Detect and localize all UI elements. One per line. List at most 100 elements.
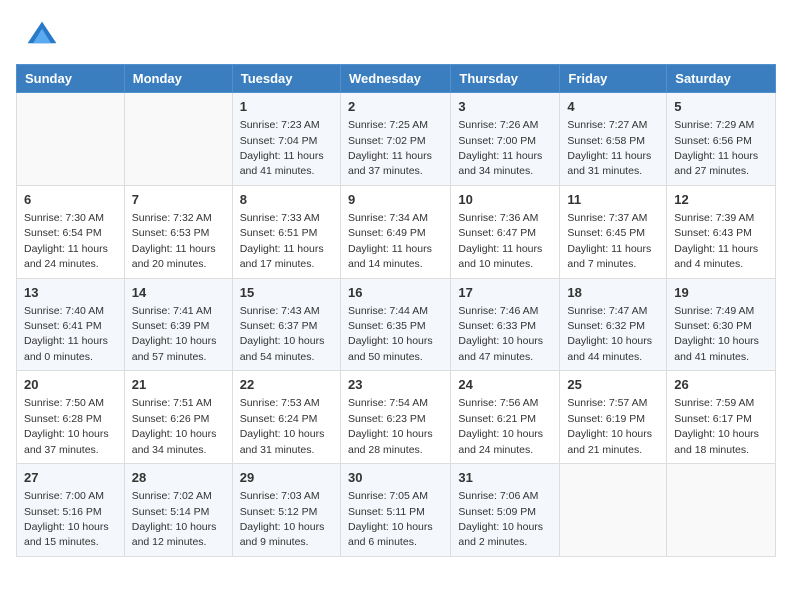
day-number: 3 — [458, 98, 552, 116]
day-cell: 1 Sunrise: 7:23 AM Sunset: 7:04 PM Daylig… — [232, 93, 340, 186]
day-cell: 17 Sunrise: 7:46 AM Sunset: 6:33 PM Dayli… — [451, 278, 560, 371]
day-number: 11 — [567, 191, 659, 209]
day-cell: 15 Sunrise: 7:43 AM Sunset: 6:37 PM Dayli… — [232, 278, 340, 371]
day-info: Sunrise: 7:39 AM Sunset: 6:43 PM Dayligh… — [674, 212, 758, 270]
header-day-saturday: Saturday — [667, 65, 776, 93]
week-row-4: 27 Sunrise: 7:00 AM Sunset: 5:16 PM Dayli… — [17, 464, 776, 557]
day-info: Sunrise: 7:40 AM Sunset: 6:41 PM Dayligh… — [24, 305, 108, 363]
day-cell: 13 Sunrise: 7:40 AM Sunset: 6:41 PM Dayli… — [17, 278, 125, 371]
day-number: 8 — [240, 191, 333, 209]
header-day-monday: Monday — [124, 65, 232, 93]
header-day-friday: Friday — [560, 65, 667, 93]
day-cell: 28 Sunrise: 7:02 AM Sunset: 5:14 PM Dayli… — [124, 464, 232, 557]
day-cell — [560, 464, 667, 557]
day-number: 6 — [24, 191, 117, 209]
day-number: 19 — [674, 284, 768, 302]
header-day-wednesday: Wednesday — [340, 65, 450, 93]
day-info: Sunrise: 7:25 AM Sunset: 7:02 PM Dayligh… — [348, 119, 432, 177]
day-number: 5 — [674, 98, 768, 116]
day-cell: 12 Sunrise: 7:39 AM Sunset: 6:43 PM Dayli… — [667, 185, 776, 278]
day-cell: 5Sunrise: 7:29 AM Sunset: 6:56 PM Daylig… — [667, 93, 776, 186]
header-day-sunday: Sunday — [17, 65, 125, 93]
day-cell — [667, 464, 776, 557]
day-cell: 6 Sunrise: 7:30 AM Sunset: 6:54 PM Daylig… — [17, 185, 125, 278]
week-row-3: 20 Sunrise: 7:50 AM Sunset: 6:28 PM Dayli… — [17, 371, 776, 464]
day-cell: 8 Sunrise: 7:33 AM Sunset: 6:51 PM Daylig… — [232, 185, 340, 278]
header-day-thursday: Thursday — [451, 65, 560, 93]
header-row: SundayMondayTuesdayWednesdayThursdayFrid… — [17, 65, 776, 93]
week-row-1: 6 Sunrise: 7:30 AM Sunset: 6:54 PM Daylig… — [17, 185, 776, 278]
day-info: Sunrise: 7:53 AM Sunset: 6:24 PM Dayligh… — [240, 397, 325, 455]
logo-icon — [24, 18, 60, 54]
day-info: Sunrise: 7:59 AM Sunset: 6:17 PM Dayligh… — [674, 397, 759, 455]
day-number: 7 — [132, 191, 225, 209]
day-cell: 25 Sunrise: 7:57 AM Sunset: 6:19 PM Dayli… — [560, 371, 667, 464]
day-number: 16 — [348, 284, 443, 302]
day-number: 10 — [458, 191, 552, 209]
day-info: Sunrise: 7:30 AM Sunset: 6:54 PM Dayligh… — [24, 212, 108, 270]
day-info: Sunrise: 7:44 AM Sunset: 6:35 PM Dayligh… — [348, 305, 433, 363]
day-cell: 23Sunrise: 7:54 AM Sunset: 6:23 PM Dayli… — [340, 371, 450, 464]
day-info: Sunrise: 7:43 AM Sunset: 6:37 PM Dayligh… — [240, 305, 325, 363]
day-info: Sunrise: 7:02 AM Sunset: 5:14 PM Dayligh… — [132, 490, 217, 548]
day-number: 4 — [567, 98, 659, 116]
day-cell — [124, 93, 232, 186]
day-number: 2 — [348, 98, 443, 116]
day-number: 31 — [458, 469, 552, 487]
day-info: Sunrise: 7:50 AM Sunset: 6:28 PM Dayligh… — [24, 397, 109, 455]
day-number: 12 — [674, 191, 768, 209]
day-cell: 4 Sunrise: 7:27 AM Sunset: 6:58 PM Daylig… — [560, 93, 667, 186]
day-info: Sunrise: 7:23 AM Sunset: 7:04 PM Dayligh… — [240, 119, 324, 177]
day-number: 22 — [240, 376, 333, 394]
day-number: 28 — [132, 469, 225, 487]
week-row-0: 1 Sunrise: 7:23 AM Sunset: 7:04 PM Daylig… — [17, 93, 776, 186]
week-row-2: 13 Sunrise: 7:40 AM Sunset: 6:41 PM Dayli… — [17, 278, 776, 371]
header-day-tuesday: Tuesday — [232, 65, 340, 93]
calendar-header: SundayMondayTuesdayWednesdayThursdayFrid… — [17, 65, 776, 93]
day-info: Sunrise: 7:47 AM Sunset: 6:32 PM Dayligh… — [567, 305, 652, 363]
day-info: Sunrise: 7:49 AM Sunset: 6:30 PM Dayligh… — [674, 305, 759, 363]
day-number: 24 — [458, 376, 552, 394]
day-cell: 2 Sunrise: 7:25 AM Sunset: 7:02 PM Daylig… — [340, 93, 450, 186]
calendar-body: 1 Sunrise: 7:23 AM Sunset: 7:04 PM Daylig… — [17, 93, 776, 557]
day-cell: 19 Sunrise: 7:49 AM Sunset: 6:30 PM Dayli… — [667, 278, 776, 371]
day-info: Sunrise: 7:05 AM Sunset: 5:11 PM Dayligh… — [348, 490, 433, 548]
page-header — [0, 0, 792, 64]
day-number: 13 — [24, 284, 117, 302]
day-cell — [17, 93, 125, 186]
day-number: 15 — [240, 284, 333, 302]
day-number: 30 — [348, 469, 443, 487]
day-info: Sunrise: 7:32 AM Sunset: 6:53 PM Dayligh… — [132, 212, 216, 270]
day-info: Sunrise: 7:03 AM Sunset: 5:12 PM Dayligh… — [240, 490, 325, 548]
day-cell: 31 Sunrise: 7:06 AM Sunset: 5:09 PM Dayli… — [451, 464, 560, 557]
calendar-wrapper: SundayMondayTuesdayWednesdayThursdayFrid… — [0, 64, 792, 573]
day-info: Sunrise: 7:37 AM Sunset: 6:45 PM Dayligh… — [567, 212, 651, 270]
day-info: Sunrise: 7:06 AM Sunset: 5:09 PM Dayligh… — [458, 490, 543, 548]
day-info: Sunrise: 7:36 AM Sunset: 6:47 PM Dayligh… — [458, 212, 542, 270]
day-cell: 21Sunrise: 7:51 AM Sunset: 6:26 PM Dayli… — [124, 371, 232, 464]
day-cell: 11 Sunrise: 7:37 AM Sunset: 6:45 PM Dayli… — [560, 185, 667, 278]
day-cell: 9Sunrise: 7:34 AM Sunset: 6:49 PM Daylig… — [340, 185, 450, 278]
day-info: Sunrise: 7:56 AM Sunset: 6:21 PM Dayligh… — [458, 397, 543, 455]
day-info: Sunrise: 7:51 AM Sunset: 6:26 PM Dayligh… — [132, 397, 217, 455]
day-info: Sunrise: 7:00 AM Sunset: 5:16 PM Dayligh… — [24, 490, 109, 548]
day-number: 18 — [567, 284, 659, 302]
day-number: 1 — [240, 98, 333, 116]
day-info: Sunrise: 7:33 AM Sunset: 6:51 PM Dayligh… — [240, 212, 324, 270]
day-info: Sunrise: 7:41 AM Sunset: 6:39 PM Dayligh… — [132, 305, 217, 363]
day-info: Sunrise: 7:57 AM Sunset: 6:19 PM Dayligh… — [567, 397, 652, 455]
day-number: 9 — [348, 191, 443, 209]
day-cell: 16 Sunrise: 7:44 AM Sunset: 6:35 PM Dayli… — [340, 278, 450, 371]
day-number: 27 — [24, 469, 117, 487]
day-info: Sunrise: 7:27 AM Sunset: 6:58 PM Dayligh… — [567, 119, 651, 177]
day-cell: 7 Sunrise: 7:32 AM Sunset: 6:53 PM Daylig… — [124, 185, 232, 278]
day-number: 20 — [24, 376, 117, 394]
day-info: Sunrise: 7:46 AM Sunset: 6:33 PM Dayligh… — [458, 305, 543, 363]
day-cell: 20 Sunrise: 7:50 AM Sunset: 6:28 PM Dayli… — [17, 371, 125, 464]
day-info: Sunrise: 7:54 AM Sunset: 6:23 PM Dayligh… — [348, 397, 433, 455]
day-cell: 30 Sunrise: 7:05 AM Sunset: 5:11 PM Dayli… — [340, 464, 450, 557]
day-number: 25 — [567, 376, 659, 394]
day-cell: 27 Sunrise: 7:00 AM Sunset: 5:16 PM Dayli… — [17, 464, 125, 557]
day-number: 17 — [458, 284, 552, 302]
day-number: 26 — [674, 376, 768, 394]
